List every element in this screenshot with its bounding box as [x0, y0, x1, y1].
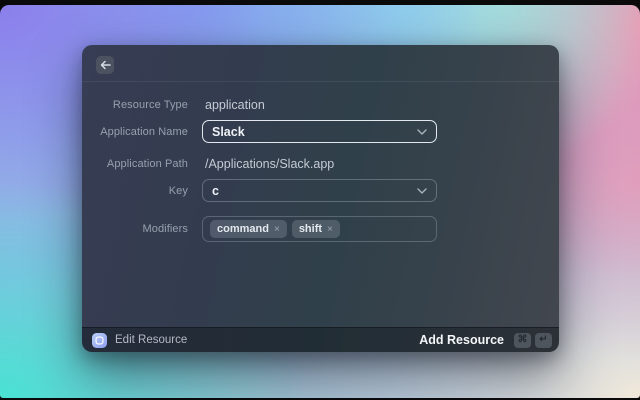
field-row-modifiers: Modifiers command × shift × [82, 216, 559, 242]
command-key-icon: ⌘ [514, 332, 531, 348]
field-row-key: Key c [82, 179, 559, 202]
application-path-label: Application Path [106, 158, 188, 170]
return-key-icon: ↵ [535, 332, 552, 348]
modifiers-input[interactable]: command × shift × [202, 216, 437, 242]
key-select[interactable]: c [202, 179, 437, 202]
back-button[interactable] [96, 56, 114, 74]
field-row-resource-type: Resource Type application [82, 97, 559, 113]
application-name-value: Slack [212, 124, 245, 139]
add-resource-button[interactable]: Add Resource [419, 333, 504, 347]
key-value: c [212, 183, 219, 198]
window-footer: Edit Resource Add Resource ⌘ ↵ [82, 327, 559, 352]
remove-chip-icon[interactable]: × [327, 224, 333, 235]
field-row-application-path: Application Path /Applications/Slack.app [82, 156, 559, 172]
application-path-value: /Applications/Slack.app [205, 157, 335, 171]
modifier-chip-command[interactable]: command × [210, 220, 287, 238]
remove-chip-icon[interactable]: × [274, 224, 280, 235]
key-label: Key [168, 184, 188, 197]
field-row-application-name: Application Name Slack [82, 120, 559, 143]
window-header [82, 45, 559, 82]
modifier-chip-label: command [217, 223, 269, 235]
mode-label: Edit Resource [115, 334, 188, 346]
app-logo-icon [92, 332, 107, 348]
chevron-down-icon [417, 128, 427, 135]
resource-type-value: application [205, 98, 265, 112]
edit-resource-window: Resource Type application Application Na… [82, 45, 559, 352]
resource-type-label: Resource Type [112, 99, 188, 111]
modifier-chip-shift[interactable]: shift × [291, 220, 340, 238]
desktop: Resource Type application Application Na… [0, 0, 640, 400]
application-name-label: Application Name [100, 125, 188, 138]
chevron-down-icon [417, 187, 427, 194]
back-arrow-icon [100, 60, 111, 70]
modifiers-label: Modifiers [142, 223, 188, 235]
modifier-chip-label: shift [298, 223, 323, 235]
application-name-select[interactable]: Slack [202, 120, 437, 143]
